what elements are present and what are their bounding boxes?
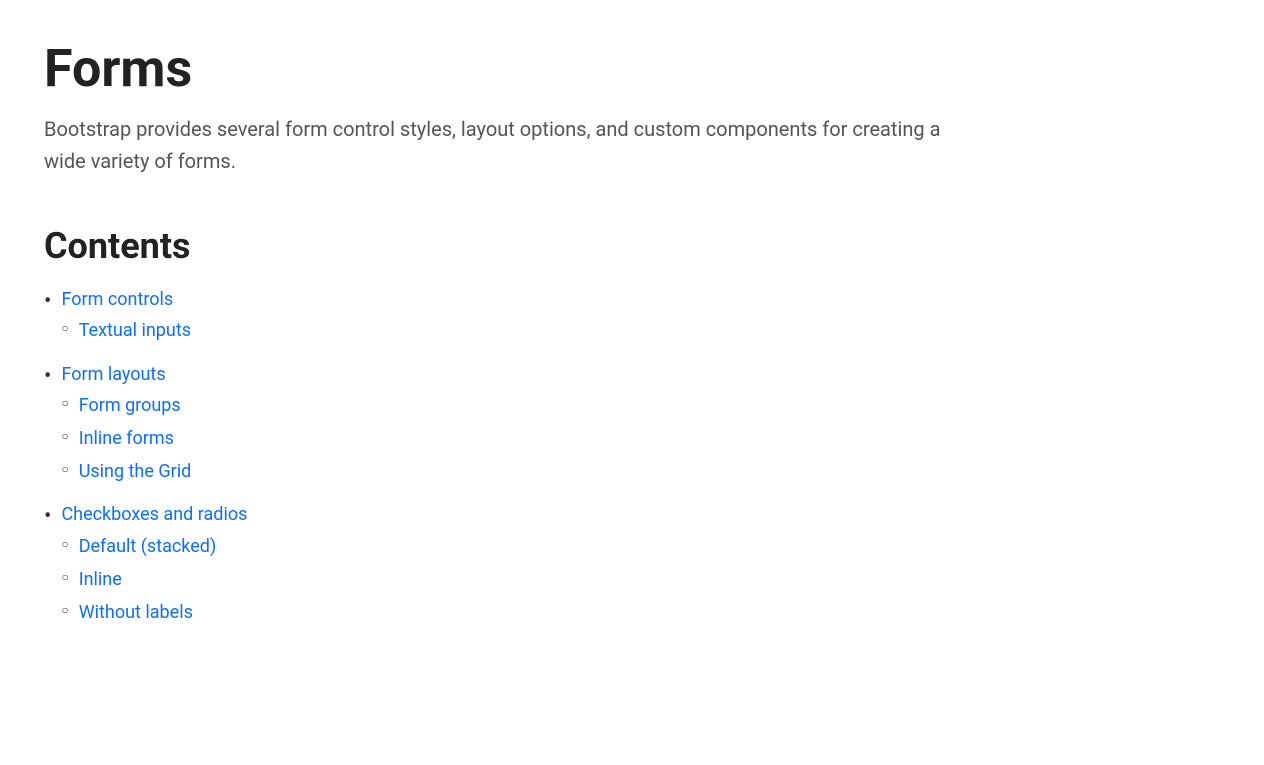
list-item-default-stacked: ○ Default (stacked)	[61, 534, 247, 559]
sub-bullet-inline-forms: ○	[61, 426, 68, 448]
bullet-form-controls: •	[44, 287, 51, 318]
sub-list-form-layouts: ○ Form groups ○ Inline forms ○ Using the…	[61, 393, 191, 493]
sub-bullet-using-the-grid: ○	[61, 459, 68, 481]
contents-list: • Form controls ○ Textual inputs • Form …	[44, 287, 1220, 633]
sub-bullet-inline: ○	[61, 567, 68, 589]
link-form-groups[interactable]: Form groups	[79, 393, 181, 418]
link-without-labels[interactable]: Without labels	[79, 600, 193, 625]
list-item-inline: ○ Inline	[61, 567, 247, 592]
sub-list-checkboxes-and-radios: ○ Default (stacked) ○ Inline ○ Without l…	[61, 534, 247, 634]
sub-bullet-default-stacked: ○	[61, 534, 68, 556]
list-item-without-labels: ○ Without labels	[61, 600, 247, 625]
sub-list-form-controls: ○ Textual inputs	[61, 318, 191, 351]
list-item-checkboxes-and-radios: • Checkboxes and radios ○ Default (stack…	[44, 502, 1220, 633]
list-item-using-the-grid: ○ Using the Grid	[61, 459, 191, 484]
sub-bullet-textual-inputs: ○	[61, 318, 68, 340]
sub-bullet-without-labels: ○	[61, 600, 68, 622]
bullet-form-layouts: •	[44, 362, 51, 393]
list-item-textual-inputs: ○ Textual inputs	[61, 318, 191, 343]
list-item-form-layouts: • Form layouts ○ Form groups ○ Inline fo…	[44, 362, 1220, 493]
page-title: Forms	[44, 40, 1220, 97]
link-inline[interactable]: Inline	[79, 567, 122, 592]
link-checkboxes-and-radios[interactable]: Checkboxes and radios	[61, 502, 247, 527]
list-item-form-controls: • Form controls ○ Textual inputs	[44, 287, 1220, 351]
link-textual-inputs[interactable]: Textual inputs	[79, 318, 191, 343]
link-inline-forms[interactable]: Inline forms	[79, 426, 174, 451]
link-using-the-grid[interactable]: Using the Grid	[79, 459, 192, 484]
page-description: Bootstrap provides several form control …	[44, 113, 944, 177]
contents-heading: Contents	[44, 225, 1220, 267]
link-form-controls[interactable]: Form controls	[61, 287, 191, 312]
sub-bullet-form-groups: ○	[61, 393, 68, 415]
list-item-form-groups: ○ Form groups	[61, 393, 191, 418]
bullet-checkboxes-and-radios: •	[44, 502, 51, 533]
link-default-stacked[interactable]: Default (stacked)	[79, 534, 217, 559]
list-item-inline-forms: ○ Inline forms	[61, 426, 191, 451]
link-form-layouts[interactable]: Form layouts	[61, 362, 191, 387]
